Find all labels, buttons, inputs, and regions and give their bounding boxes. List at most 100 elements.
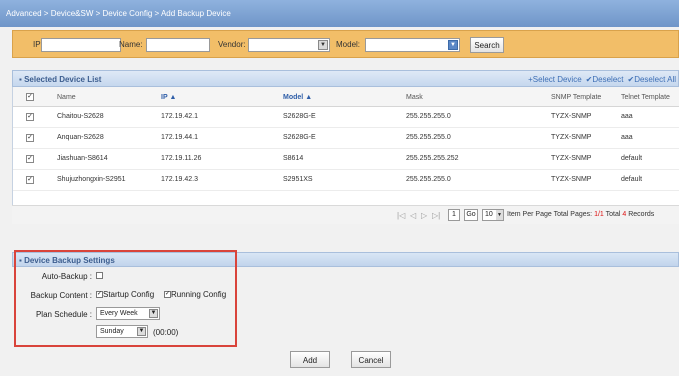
col-snmp-template-header[interactable]: SNMP Template: [551, 94, 601, 101]
row-checkbox[interactable]: ✓: [26, 134, 34, 142]
cell-snmp-template: TYZX-SNMP: [551, 134, 592, 141]
chevron-down-icon: ▼: [149, 309, 158, 318]
first-page-icon[interactable]: |◁: [397, 211, 405, 220]
cell-mask: 255.255.255.0: [406, 176, 451, 183]
chevron-down-icon: ▼: [318, 40, 328, 50]
startup-config-label: Startup Config: [103, 290, 155, 299]
row-checkbox[interactable]: ✓: [26, 176, 34, 184]
go-button[interactable]: Go: [464, 209, 478, 221]
col-model-header[interactable]: Model ▲: [283, 94, 312, 101]
cell-model: S2628G-E: [283, 134, 316, 141]
chevron-down-icon: ▼: [448, 40, 458, 50]
vendor-select[interactable]: ▼: [248, 38, 330, 52]
ip-input[interactable]: [41, 38, 121, 52]
panel-actions: +Select Device ✔Deselect ✔Deselect All: [524, 75, 676, 84]
add-backup-device-page: Advanced > Device&SW > Device Config > A…: [0, 0, 679, 376]
cell-mask: 255.255.255.252: [406, 155, 459, 162]
cell-name: Chaitou-S2628: [57, 113, 104, 120]
cell-ip: 172.19.42.3: [161, 176, 198, 183]
table-row[interactable]: ✓ Anquan-S2628 172.19.44.1 S2628G-E 255.…: [13, 128, 679, 149]
backup-settings-title: Device Backup Settings: [24, 256, 115, 265]
total-pages-label: Total Pages:: [553, 211, 593, 218]
schedule-select[interactable]: Every Week ▼: [96, 307, 160, 320]
table-row[interactable]: ✓ Jiashuan-S8614 172.19.11.26 S8614 255.…: [13, 149, 679, 170]
cell-model: S8614: [283, 155, 304, 162]
cell-mask: 255.255.255.0: [406, 113, 451, 120]
col-ip-header[interactable]: IP ▲: [161, 94, 176, 101]
row-checkbox[interactable]: ✓: [26, 113, 34, 121]
table-row[interactable]: ✓ Shujuzhongxin-S2951 172.19.42.3 S2951X…: [13, 170, 679, 191]
next-page-icon[interactable]: ▷: [421, 211, 427, 220]
pager-summary: Item Per Page Total Pages: 1/1 Total 4 R…: [507, 211, 654, 218]
selected-device-list-title: Selected Device List: [24, 75, 102, 84]
name-input[interactable]: [146, 38, 210, 52]
checkbox-unchecked-icon: [96, 272, 103, 280]
backup-content-label: Backup Content :: [30, 291, 92, 300]
cell-model: S2951XS: [283, 176, 313, 183]
startup-config-checkbox[interactable]: ✓Startup Config: [96, 290, 154, 299]
prev-page-icon[interactable]: ◁: [410, 211, 416, 220]
records-label: Records: [628, 211, 655, 218]
deselect-all-link[interactable]: ✔Deselect All: [628, 75, 677, 84]
table-row[interactable]: ✓ Chaitou-S2628 172.19.42.1 S2628G-E 255…: [13, 107, 679, 128]
cell-telnet-template: aaa: [621, 134, 633, 141]
plan-schedule-label: Plan Schedule :: [35, 310, 92, 319]
col-telnet-template-header[interactable]: Telnet Template: [621, 94, 670, 101]
cell-name: Shujuzhongxin-S2951: [57, 176, 126, 183]
model-select[interactable]: ▼: [365, 38, 460, 52]
cell-name: Jiashuan-S8614: [57, 155, 108, 162]
per-page-text: Item Per Page: [507, 211, 552, 218]
chevron-down-icon: ▼: [496, 210, 503, 220]
page-number-input[interactable]: 1: [448, 209, 460, 221]
backup-settings-form: Auto-Backup : Backup Content : ✓Startup …: [12, 267, 679, 345]
schedule-time: (00:00): [153, 328, 179, 337]
checkbox-checked-icon: ✓: [164, 291, 171, 299]
cell-ip: 172.19.42.1: [161, 113, 198, 120]
vendor-label: Vendor:: [218, 40, 246, 49]
cell-telnet-template: aaa: [621, 113, 633, 120]
running-config-checkbox[interactable]: ✓Running Config: [164, 290, 226, 299]
cell-snmp-template: TYZX-SNMP: [551, 113, 592, 120]
day-value: Sunday: [100, 328, 124, 335]
select-device-link[interactable]: +Select Device: [528, 75, 582, 84]
col-ip-label: IP: [161, 94, 168, 101]
table-header: ✓ Name IP ▲ Model ▲ Mask SNMP Template T…: [13, 87, 679, 107]
col-mask-header[interactable]: Mask: [406, 94, 423, 101]
day-select[interactable]: Sunday ▼: [96, 325, 148, 338]
cell-model: S2628G-E: [283, 113, 316, 120]
cell-telnet-template: default: [621, 176, 643, 183]
schedule-value: Every Week: [100, 310, 138, 317]
total-count: 4: [622, 211, 627, 218]
name-label: Name:: [119, 40, 143, 49]
col-name-header[interactable]: Name: [57, 94, 76, 101]
cell-mask: 255.255.255.0: [406, 134, 451, 141]
model-label: Model:: [336, 40, 361, 49]
settings-title: ▪ Device Backup Settings: [19, 256, 115, 265]
search-bar: IP: Name: Vendor: ▼ Model: ▼ Search: [12, 30, 679, 58]
auto-backup-checkbox[interactable]: [96, 271, 103, 280]
select-all-checkbox[interactable]: ✓: [26, 93, 34, 101]
search-button[interactable]: Search: [470, 37, 504, 53]
per-page-select[interactable]: 10 ▼: [482, 209, 504, 221]
chevron-down-icon: ▼: [137, 327, 146, 336]
cell-name: Anquan-S2628: [57, 134, 104, 141]
sort-asc-icon: ▲: [169, 94, 177, 101]
breadcrumb: Advanced > Device&SW > Device Config > A…: [0, 0, 679, 27]
auto-backup-label: Auto-Backup :: [41, 272, 92, 281]
cancel-button[interactable]: Cancel: [351, 351, 391, 368]
running-config-label: Running Config: [171, 290, 227, 299]
panel-title: ▪ Selected Device List: [19, 75, 101, 84]
cell-telnet-template: default: [621, 155, 643, 162]
cell-ip: 172.19.11.26: [161, 155, 202, 162]
per-page-value: 10: [485, 211, 493, 218]
selected-device-list-header: ▪ Selected Device List +Select Device ✔De…: [12, 70, 679, 87]
col-model-label: Model: [283, 94, 304, 101]
device-table: ✓ Name IP ▲ Model ▲ Mask SNMP Template T…: [12, 87, 679, 205]
add-button[interactable]: Add: [290, 351, 330, 368]
pagination-bar: |◁ ◁ ▷ ▷| 1 Go 10 ▼ Item Per Page Total P…: [12, 205, 679, 224]
row-checkbox[interactable]: ✓: [26, 155, 34, 163]
last-page-icon[interactable]: ▷|: [432, 211, 440, 220]
deselect-link[interactable]: ✔Deselect: [586, 75, 624, 84]
backup-settings-header: ▪ Device Backup Settings: [12, 252, 679, 267]
cell-ip: 172.19.44.1: [161, 134, 198, 141]
